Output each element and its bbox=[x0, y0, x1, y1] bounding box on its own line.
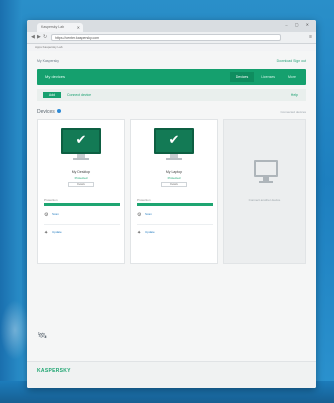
page-footer: KASPERSKY bbox=[27, 361, 316, 388]
monitor-base bbox=[259, 181, 273, 183]
update-link[interactable]: Update bbox=[145, 230, 155, 234]
details-button[interactable]: Details bbox=[68, 182, 94, 187]
scan-icon: ⚙ bbox=[137, 212, 142, 218]
update-icon: ✦ bbox=[137, 230, 142, 236]
device-card[interactable]: ✔ My Laptop Protected Details Protection… bbox=[130, 119, 218, 264]
monitor-base bbox=[166, 158, 182, 160]
window-controls[interactable]: – ▢ ✕ bbox=[285, 22, 312, 27]
banner-tabs: Devices Licenses More bbox=[229, 72, 302, 82]
divider bbox=[44, 224, 120, 225]
tab-more[interactable]: More bbox=[282, 72, 302, 82]
tab-title: Kaspersky Lab bbox=[41, 25, 65, 29]
close-icon[interactable]: ✕ bbox=[77, 23, 80, 32]
page-topline: My Kaspersky bbox=[37, 59, 59, 63]
update-icon: ✦ bbox=[44, 230, 49, 236]
scan-icon: ⚙ bbox=[44, 212, 49, 218]
device-name: My Laptop bbox=[165, 170, 183, 174]
section-actions[interactable]: Connected devices bbox=[280, 110, 306, 114]
scan-link[interactable]: Scan bbox=[145, 212, 152, 216]
page-content: My Kaspersky Download Sign out My device… bbox=[27, 51, 316, 388]
browser-tab[interactable]: Kaspersky Lab ✕ bbox=[37, 23, 83, 32]
device-name: My Desktop bbox=[71, 170, 91, 174]
add-device-text: Connect another device bbox=[248, 198, 281, 202]
monitor-check-icon: ✔ bbox=[61, 128, 101, 154]
tab-strip: Kaspersky Lab ✕ – ▢ ✕ bbox=[27, 20, 316, 32]
connect-device-link[interactable]: Connect device bbox=[67, 92, 91, 98]
monitor-icon bbox=[254, 160, 278, 177]
scan-link[interactable]: Scan bbox=[52, 212, 59, 216]
browser-window: Kaspersky Lab ✕ – ▢ ✕ ◀ ▶ ↻ https://cent… bbox=[27, 20, 316, 388]
header-banner: My devices Devices Licenses More bbox=[37, 69, 306, 85]
update-link[interactable]: Update bbox=[52, 230, 62, 234]
add-button[interactable]: Add bbox=[43, 92, 61, 98]
protection-bar-fill bbox=[44, 203, 120, 206]
sub-toolbar: Add Connect device Help bbox=[37, 89, 306, 101]
device-card[interactable]: ✔ My Desktop Protected Details Protectio… bbox=[37, 119, 125, 264]
browser-toolbar: ◀ ▶ ↻ https://center.kaspersky.com ≡ bbox=[27, 32, 316, 44]
details-button[interactable]: Details bbox=[161, 182, 187, 187]
back-icon[interactable]: ◀ bbox=[31, 34, 35, 40]
info-icon[interactable] bbox=[56, 109, 61, 113]
protection-label: Protection bbox=[137, 198, 151, 202]
satellite-icon: 🛰 bbox=[37, 331, 48, 340]
protection-bar bbox=[137, 203, 213, 206]
banner-title: My devices bbox=[45, 74, 66, 79]
protection-label: Protection bbox=[44, 198, 58, 202]
add-device-card[interactable]: Connect another device bbox=[223, 119, 306, 264]
menu-icon[interactable]: ≡ bbox=[309, 34, 312, 40]
reload-icon[interactable]: ↻ bbox=[43, 34, 47, 40]
device-status: Protected bbox=[74, 176, 88, 180]
account-links[interactable]: Download Sign out bbox=[277, 59, 306, 63]
section-title-text: Devices bbox=[37, 109, 55, 115]
brand-logo: KASPERSKY bbox=[37, 368, 71, 374]
help-link[interactable]: Help bbox=[291, 92, 298, 98]
protection-bar bbox=[44, 203, 120, 206]
monitor-check-icon: ✔ bbox=[154, 128, 194, 154]
section-title: Devices bbox=[37, 109, 61, 115]
monitor-base bbox=[73, 158, 89, 160]
device-status: Protected bbox=[167, 176, 181, 180]
tab-licenses[interactable]: Licenses bbox=[255, 72, 281, 82]
divider bbox=[137, 224, 213, 225]
protection-bar-fill bbox=[137, 203, 213, 206]
background-glare bbox=[0, 300, 30, 360]
forward-icon[interactable]: ▶ bbox=[37, 34, 41, 40]
address-bar[interactable]: https://center.kaspersky.com bbox=[51, 34, 281, 41]
tab-devices[interactable]: Devices bbox=[229, 72, 255, 82]
